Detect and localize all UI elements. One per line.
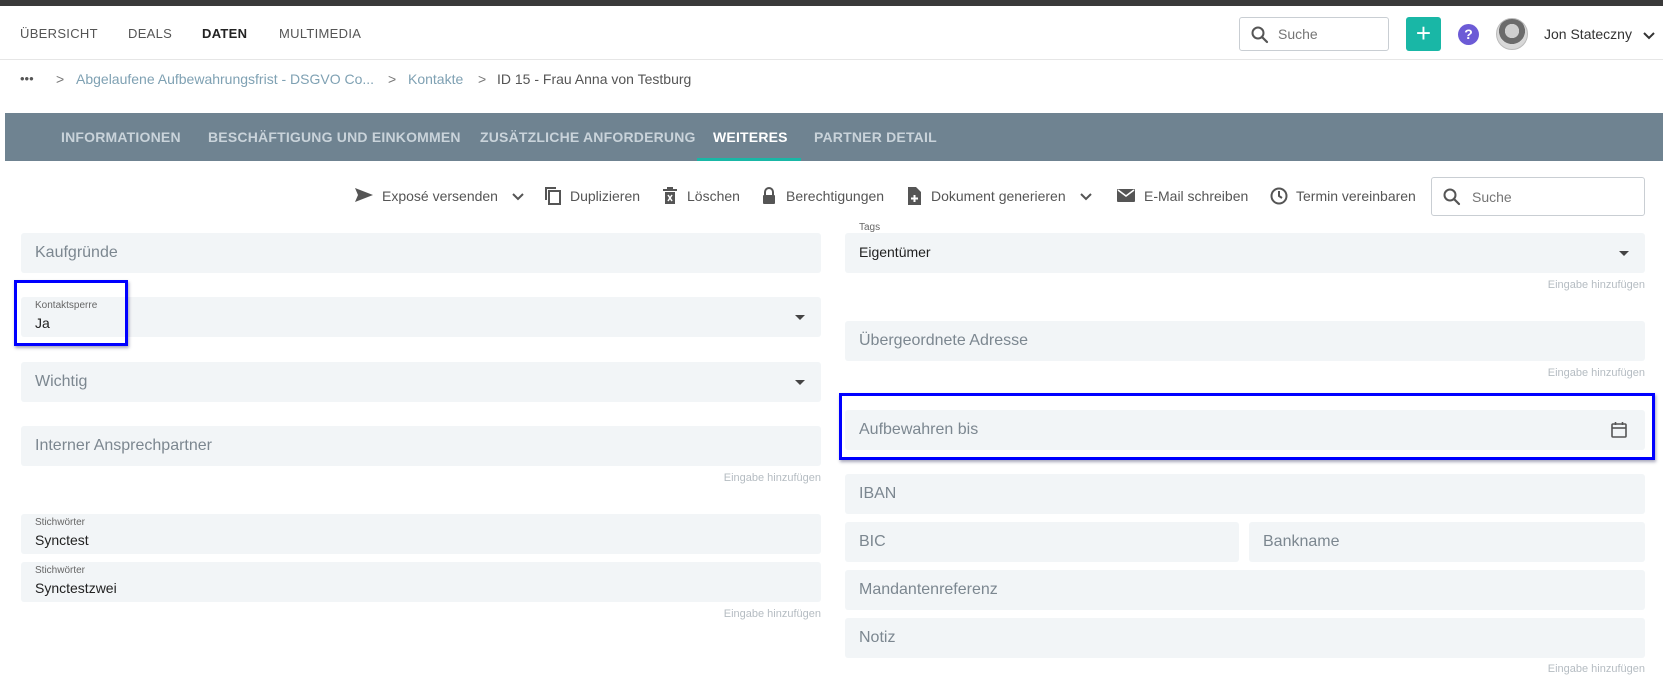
send-expose-button[interactable]: Exposé versenden bbox=[354, 188, 524, 204]
keyword-field-2[interactable]: Stichwörter Synctestzwei bbox=[21, 562, 821, 602]
keyword-value-2: Synctestzwei bbox=[35, 580, 117, 596]
breadcrumb-separator: > bbox=[478, 71, 487, 87]
iban-field[interactable]: IBAN bbox=[845, 474, 1645, 514]
add-button[interactable]: + bbox=[1406, 17, 1441, 51]
nav-item-uebersicht[interactable]: ÜBERSICHT bbox=[20, 26, 98, 41]
clock-icon bbox=[1269, 186, 1289, 209]
breadcrumb-current: ID 15 - Frau Anna von Testburg bbox=[497, 71, 692, 87]
document-add-icon bbox=[906, 186, 922, 209]
add-input-hint[interactable]: Eingabe hinzufügen bbox=[1445, 367, 1645, 379]
add-input-hint[interactable]: Eingabe hinzufügen bbox=[1445, 279, 1645, 291]
highlight-box-keep-until bbox=[839, 393, 1655, 460]
search-icon bbox=[1442, 187, 1462, 212]
dropdown-arrow-icon[interactable] bbox=[795, 380, 805, 385]
global-search[interactable] bbox=[1239, 17, 1389, 51]
help-icon[interactable]: ? bbox=[1458, 24, 1479, 45]
iban-placeholder: IBAN bbox=[859, 485, 897, 502]
wichtig-select[interactable]: Wichtig bbox=[21, 362, 821, 402]
tab-partner-detail[interactable]: PARTNER DETAIL bbox=[814, 129, 937, 145]
email-icon bbox=[1116, 186, 1136, 207]
tags-select[interactable]: Tags Eigentümer bbox=[845, 222, 1645, 273]
breadcrumb-separator: > bbox=[56, 71, 65, 87]
keyword-field-1[interactable]: Stichwörter Synctest bbox=[21, 514, 821, 554]
note-placeholder: Notiz bbox=[859, 629, 896, 646]
nav-item-daten[interactable]: DATEN bbox=[202, 26, 247, 41]
write-email-button[interactable]: E-Mail schreiben bbox=[1116, 188, 1248, 204]
user-name[interactable]: Jon Stateczny bbox=[1544, 26, 1632, 42]
tab-beschaeftigung[interactable]: BESCHÄFTIGUNG UND EINKOMMEN bbox=[208, 129, 461, 145]
nav-item-deals[interactable]: DEALS bbox=[128, 26, 172, 41]
note-field[interactable]: Notiz bbox=[845, 618, 1645, 658]
breadcrumb: ••• > Abgelaufene Aufbewahrungsfrist - D… bbox=[0, 61, 1663, 97]
search-icon bbox=[1250, 25, 1270, 50]
tags-label: Tags bbox=[859, 222, 881, 233]
delete-button[interactable]: Löschen bbox=[662, 187, 740, 204]
parent-address-placeholder: Übergeordnete Adresse bbox=[859, 332, 1028, 349]
parent-address-field[interactable]: Übergeordnete Adresse bbox=[845, 321, 1645, 361]
permissions-label: Berechtigungen bbox=[786, 188, 885, 204]
tab-bar: INFORMATIONEN BESCHÄFTIGUNG UND EINKOMME… bbox=[5, 113, 1663, 161]
breadcrumb-link-rule[interactable]: Abgelaufene Aufbewahrungsfrist - DSGVO C… bbox=[76, 71, 374, 87]
copy-icon bbox=[544, 186, 562, 209]
send-icon bbox=[354, 186, 374, 207]
kaufgruende-placeholder: Kaufgründe bbox=[35, 244, 118, 261]
kaufgruende-field[interactable]: Kaufgründe bbox=[21, 233, 821, 273]
trash-icon bbox=[662, 186, 678, 209]
lock-icon bbox=[761, 186, 777, 209]
panel-search[interactable] bbox=[1431, 177, 1645, 216]
bank-name-field[interactable]: Bankname bbox=[1249, 522, 1645, 562]
mandate-reference-field[interactable]: Mandantenreferenz bbox=[845, 570, 1645, 610]
kontaktsperre-select[interactable]: Kontaktsperre Ja bbox=[21, 297, 821, 337]
top-navigation: ÜBERSICHT DEALS DATEN MULTIMEDIA + ? Jon… bbox=[0, 6, 1663, 60]
generate-document-label: Dokument generieren bbox=[931, 188, 1066, 204]
duplicate-label: Duplizieren bbox=[570, 188, 641, 204]
bank-name-placeholder: Bankname bbox=[1263, 533, 1340, 550]
tab-informationen[interactable]: INFORMATIONEN bbox=[61, 129, 181, 145]
nav-item-multimedia[interactable]: MULTIMEDIA bbox=[279, 26, 361, 41]
chevron-down-icon[interactable] bbox=[1643, 28, 1655, 46]
wichtig-placeholder: Wichtig bbox=[35, 373, 88, 390]
breadcrumb-more[interactable]: ••• bbox=[20, 71, 34, 86]
highlight-box-kontaktsperre bbox=[14, 280, 128, 346]
tab-weiteres[interactable]: WEITERES bbox=[713, 129, 788, 145]
send-expose-label: Exposé versenden bbox=[382, 188, 498, 204]
chevron-down-icon[interactable] bbox=[512, 188, 524, 204]
dropdown-arrow-icon[interactable] bbox=[795, 315, 805, 320]
write-email-label: E-Mail schreiben bbox=[1144, 188, 1249, 204]
duplicate-button[interactable]: Duplizieren bbox=[544, 187, 641, 205]
dropdown-arrow-icon[interactable] bbox=[1619, 251, 1629, 256]
active-tab-indicator bbox=[697, 158, 801, 161]
generate-document-button[interactable]: Dokument generieren bbox=[906, 187, 1092, 205]
keyword-label: Stichwörter bbox=[35, 517, 86, 528]
keyword-value-1: Synctest bbox=[35, 532, 89, 548]
tags-value: Eigentümer bbox=[859, 244, 931, 260]
chevron-down-icon[interactable] bbox=[1079, 188, 1092, 204]
interner-ansprechpartner-field[interactable]: Interner Ansprechpartner bbox=[21, 426, 821, 466]
avatar[interactable] bbox=[1496, 18, 1528, 50]
add-input-hint[interactable]: Eingabe hinzufügen bbox=[621, 608, 821, 620]
tab-zusaetzliche-anforderung[interactable]: ZUSÄTZLICHE ANFORDERUNG bbox=[480, 129, 696, 145]
schedule-appointment-button[interactable]: Termin vereinbaren bbox=[1269, 187, 1416, 205]
panel-search-input[interactable] bbox=[1472, 189, 1632, 205]
mandate-reference-placeholder: Mandantenreferenz bbox=[859, 581, 998, 598]
keyword-label: Stichwörter bbox=[35, 565, 86, 576]
delete-label: Löschen bbox=[687, 188, 740, 204]
add-input-hint[interactable]: Eingabe hinzufügen bbox=[621, 472, 821, 484]
add-input-hint[interactable]: Eingabe hinzufügen bbox=[1445, 663, 1645, 675]
interner-ansprechpartner-placeholder: Interner Ansprechpartner bbox=[35, 437, 212, 454]
breadcrumb-separator: > bbox=[388, 71, 397, 87]
contact-panel: INFORMATIONEN BESCHÄFTIGUNG UND EINKOMME… bbox=[5, 113, 1663, 675]
permissions-button[interactable]: Berechtigungen bbox=[761, 187, 885, 204]
global-search-input[interactable] bbox=[1278, 26, 1378, 42]
bic-field[interactable]: BIC bbox=[845, 522, 1239, 562]
schedule-appointment-label: Termin vereinbaren bbox=[1296, 188, 1416, 204]
bic-placeholder: BIC bbox=[859, 533, 886, 550]
breadcrumb-link-kontakte[interactable]: Kontakte bbox=[408, 71, 463, 87]
